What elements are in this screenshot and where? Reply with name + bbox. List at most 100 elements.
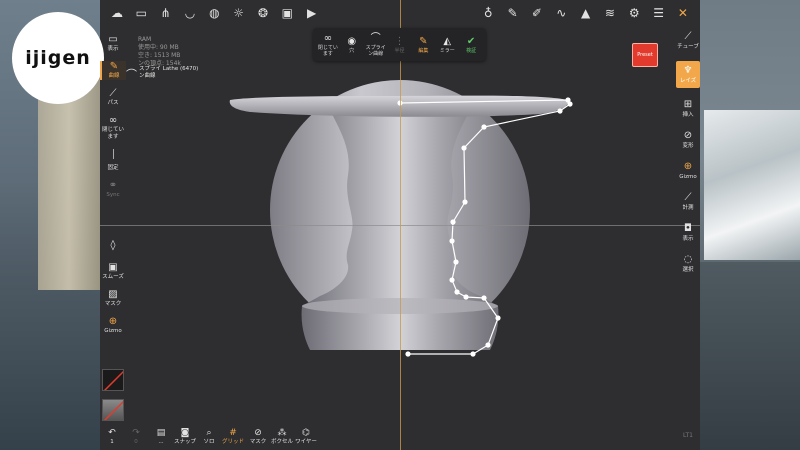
control-point[interactable]	[453, 259, 459, 265]
control-point[interactable]	[567, 101, 573, 107]
control-point[interactable]	[454, 289, 460, 295]
left-fixed-label: 固定	[107, 165, 119, 171]
spline-hole-toggle[interactable]: ◉ 穴	[340, 36, 364, 54]
snap-label: スナップ	[173, 439, 196, 445]
left-fixed-button[interactable]: 固定	[100, 165, 126, 172]
left-path-button[interactable]: ⟋ パス	[100, 88, 126, 107]
redo-button[interactable]: ↷ 0	[124, 428, 148, 446]
layers-icon[interactable]: ≋	[599, 2, 621, 24]
transform-icon: ⊘	[683, 130, 693, 141]
folder-icon[interactable]: ▭	[130, 2, 152, 24]
right-select-label: 選択	[682, 267, 694, 273]
pen-icon[interactable]: ✐	[526, 2, 548, 24]
spline-closed-label: 閉じてい ます	[317, 44, 338, 57]
control-point[interactable]	[462, 199, 468, 205]
left-curve-button[interactable]: ✎ 曲線	[100, 61, 126, 80]
right-view-button[interactable]: ◘ 表示	[676, 222, 700, 243]
control-point[interactable]	[405, 351, 411, 357]
right-measure-label: 計測	[682, 205, 694, 211]
sliders-icon[interactable]: ☰	[648, 2, 670, 24]
control-point[interactable]	[463, 294, 469, 300]
spline-curve-toggle[interactable]: ⌒ スプライ ン曲線	[364, 33, 388, 57]
wire-icon: ⌬	[302, 428, 310, 438]
share-icon[interactable]: ⋔	[155, 2, 177, 24]
voxel-icon: ⁂	[277, 428, 287, 438]
select-icon: ◌	[683, 254, 693, 265]
stats-used: 使用中: 90 MB	[138, 44, 179, 51]
control-point[interactable]	[470, 351, 476, 357]
spline-object-label: スプライ Lathe (6470) ン曲線	[139, 66, 199, 79]
vase-rim	[229, 95, 569, 117]
drop-button[interactable]: ◊	[100, 240, 126, 252]
left-path-label: パス	[107, 100, 119, 106]
spline-edit-toggle[interactable]: ✎ 編集	[411, 36, 435, 54]
mirror-icon: ◭	[443, 35, 452, 47]
mask-toggle-button[interactable]: ⊘ マスク	[246, 428, 270, 446]
right-measure-button[interactable]: ⟋ 計測	[676, 191, 700, 212]
stack-label: ...	[158, 439, 164, 445]
color-swatch[interactable]	[102, 369, 124, 391]
left-sync-button[interactable]: ⚭ Sync	[100, 180, 126, 199]
right-lathe-button[interactable]: ♆ レイズ	[676, 61, 700, 88]
control-point[interactable]	[461, 145, 467, 151]
right-tube-button[interactable]: ⟋ チューブ	[676, 30, 700, 51]
sun-icon[interactable]: ☼	[228, 2, 250, 24]
control-point[interactable]	[481, 124, 487, 130]
control-point[interactable]	[450, 219, 456, 225]
right-gizmo-button[interactable]: ⊕ Gizmo	[676, 160, 700, 181]
corner-label: LT1	[683, 432, 693, 439]
right-view-label: 表示	[682, 236, 694, 242]
tools-icon[interactable]: ✕	[672, 2, 694, 24]
lower-left-panel: ◊ ▣ スムーズ ▨ マスク ⊕ Gizmo	[100, 240, 126, 343]
control-point[interactable]	[495, 315, 501, 321]
ruler-icon: ⟋	[684, 192, 692, 203]
smooth-button[interactable]: ▣ スムーズ	[100, 262, 126, 281]
right-transform-button[interactable]: ⊘ 変形	[676, 129, 700, 150]
snap-button[interactable]: ◙ スナップ	[173, 428, 197, 446]
right-insert-button[interactable]: ⊞ 挿入	[676, 98, 700, 119]
search-icon: ⌕	[206, 428, 212, 438]
preset-button[interactable]: Preset	[632, 43, 658, 67]
voxel-button[interactable]: ⁂ ボクセル	[270, 428, 294, 446]
control-point[interactable]	[449, 238, 455, 244]
left-closed-button[interactable]: ∞ 閉じてい ます	[100, 115, 126, 141]
right-select-button[interactable]: ◌ 選択	[676, 253, 700, 274]
spline-radius-toggle[interactable]: ⋮ 半径	[388, 36, 412, 54]
right-tool-panel: ⟋ チューブ ♆ レイズ ⊞ 挿入 ⊘ 変形 ⊕ Gizmo ⟋ 計測 ◘ 表示…	[676, 30, 700, 284]
mask-button[interactable]: ▨ マスク	[100, 289, 126, 308]
spline-icon: ⌒	[370, 32, 381, 44]
control-point[interactable]	[481, 295, 487, 301]
solo-button[interactable]: ⌕ ソロ	[197, 428, 221, 446]
video-icon[interactable]: ▶	[301, 2, 323, 24]
spline-mirror-toggle[interactable]: ◭ ミラー	[435, 36, 459, 54]
control-point[interactable]	[557, 108, 563, 114]
cloud-icon[interactable]: ☁	[106, 2, 128, 24]
gizmo-button[interactable]: ⊕ Gizmo	[100, 316, 126, 335]
stack-button[interactable]: ▤ ...	[149, 428, 173, 446]
spline-closed-toggle[interactable]: ∞ 閉じてい ます	[316, 33, 340, 57]
grid-button[interactable]: # グリッド	[221, 428, 245, 446]
material-swatch[interactable]	[102, 399, 124, 421]
redo-icon: ↷	[132, 428, 140, 438]
left-display-button[interactable]: ▭ 表示	[100, 34, 126, 53]
aperture-icon[interactable]: ❂	[252, 2, 274, 24]
infinity-icon: ∞	[323, 32, 333, 44]
mask-label: マスク	[104, 301, 122, 307]
control-point[interactable]	[485, 342, 491, 348]
cone-icon[interactable]: ▲	[575, 2, 597, 24]
smooth-label: スムーズ	[102, 274, 124, 280]
globe-icon[interactable]: ◍	[203, 2, 225, 24]
wire-button[interactable]: ⌬ ワイヤー	[294, 428, 318, 446]
image-icon[interactable]: ▣	[276, 2, 298, 24]
spline-validate-button[interactable]: ✔ 検証	[459, 36, 483, 54]
stroke-icon[interactable]: ∿	[550, 2, 572, 24]
control-point[interactable]	[449, 277, 455, 283]
brush-icon[interactable]: ✎	[502, 2, 524, 24]
lamp-icon[interactable]: ♁	[477, 2, 499, 24]
snap-icon: ◙	[180, 428, 190, 438]
gear-icon[interactable]: ⚙	[623, 2, 645, 24]
spline-object-tag[interactable]: ⌒ スプライ Lathe (6470) ン曲線	[126, 66, 199, 82]
redo-count: 0	[134, 439, 138, 445]
undo-button[interactable]: ↶ 1	[100, 428, 124, 446]
cup-icon[interactable]: ◡	[179, 2, 201, 24]
